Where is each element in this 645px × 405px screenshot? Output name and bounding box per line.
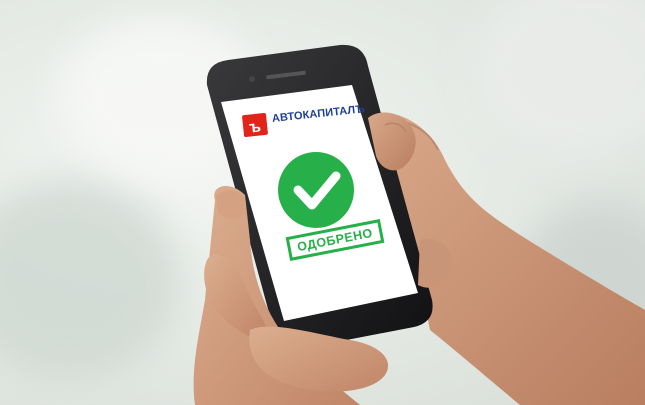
checkmark-circle-icon [278, 152, 354, 228]
hands-and-phone: ъ [193, 44, 645, 405]
svg-text:ъ: ъ [248, 118, 261, 136]
logo-icon: ъ [242, 113, 268, 137]
photo-scene: ъ АВТОКАПИТАЛЪ ОДОБРЕНО [0, 0, 645, 405]
